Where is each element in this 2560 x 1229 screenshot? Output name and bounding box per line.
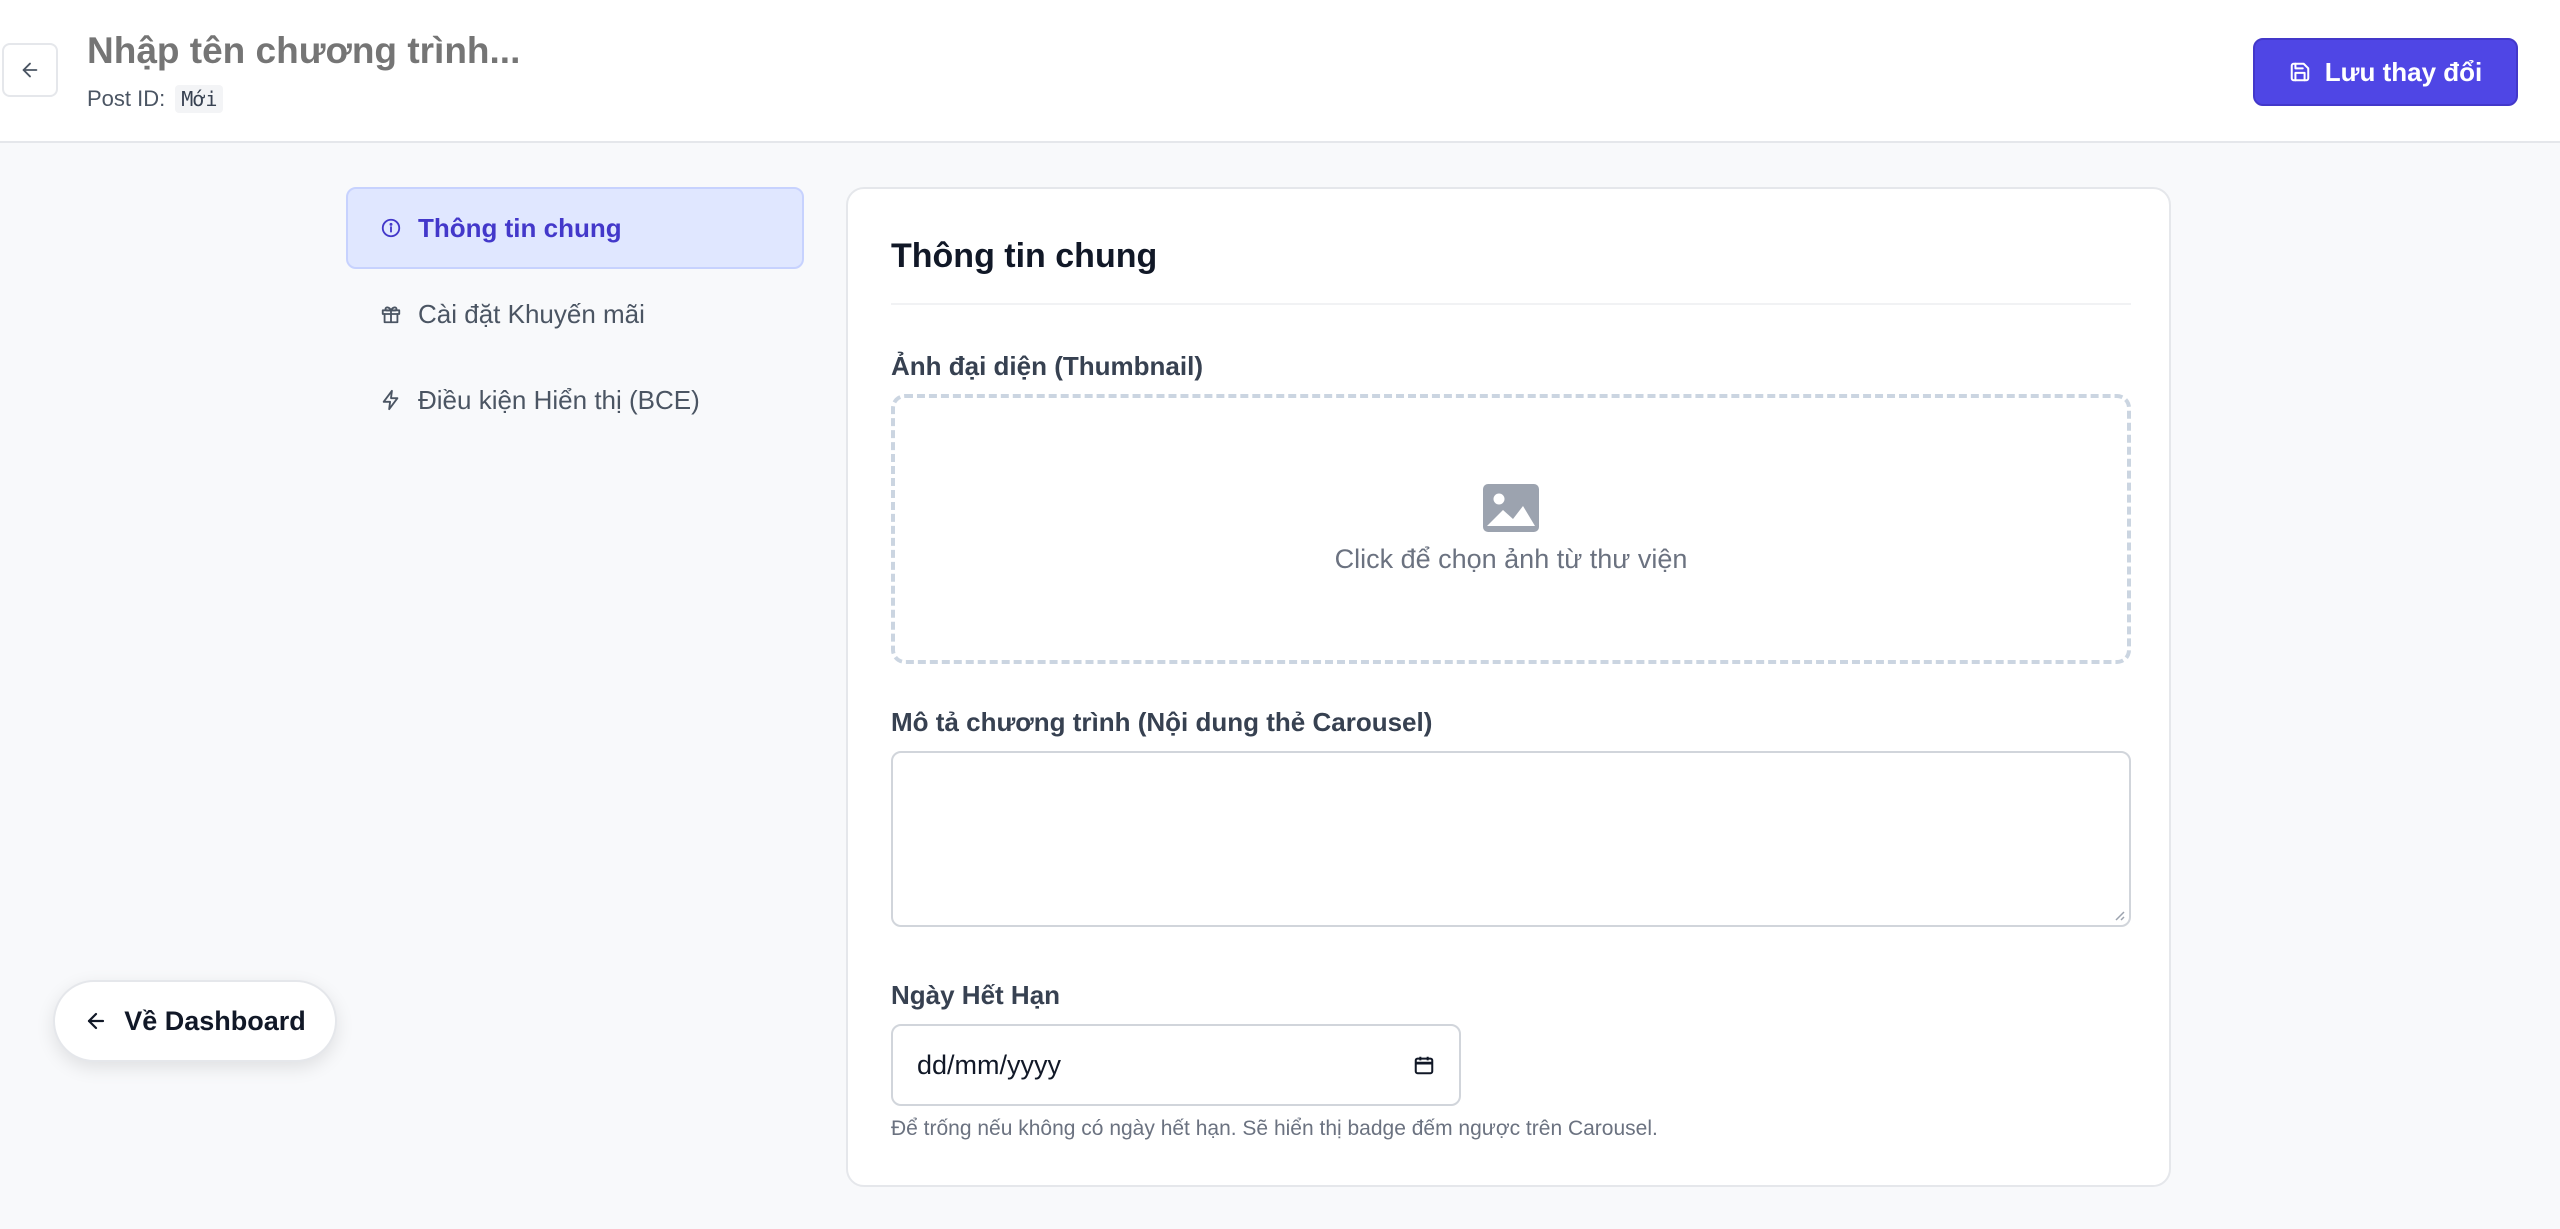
thumbnail-label: Ảnh đại diện (Thumbnail) <box>891 351 1203 381</box>
upload-text: Click để chọn ảnh từ thư viện <box>1334 543 1688 574</box>
nav-item-general-info[interactable]: Thông tin chung <box>346 187 804 269</box>
nav-item-label: Điều kiện Hiển thị (BCE) <box>418 384 700 415</box>
expiry-date-placeholder: dd/mm/yyyy <box>917 1049 1062 1080</box>
gift-icon <box>380 303 402 325</box>
dashboard-button-label: Về Dashboard <box>124 1005 306 1036</box>
resize-handle-icon[interactable] <box>2111 907 2125 921</box>
thumbnail-upload-area[interactable]: Click để chọn ảnh từ thư viện <box>891 394 2131 664</box>
info-circle-icon <box>380 217 402 239</box>
post-id-label: Post ID: <box>87 86 166 111</box>
arrow-left-icon <box>22 62 38 78</box>
card-divider <box>891 303 2131 305</box>
expiry-hint: Để trống nếu không có ngày hết hạn. Sẽ h… <box>891 1117 1658 1140</box>
nav-item-label: Thông tin chung <box>418 212 622 243</box>
lightning-icon <box>380 389 402 411</box>
back-button[interactable] <box>2 43 58 97</box>
calendar-icon[interactable] <box>1413 1054 1435 1076</box>
back-to-dashboard-button[interactable]: Về Dashboard <box>53 980 337 1062</box>
expiry-label: Ngày Hết Hạn <box>891 980 1061 1010</box>
description-label: Mô tả chương trình (Nội dung thẻ Carouse… <box>891 707 1433 737</box>
save-button[interactable]: Lưu thay đổi <box>2253 38 2518 106</box>
arrow-left-icon <box>88 1012 105 1030</box>
post-id-value: Mới <box>175 85 224 113</box>
nav-item-promotion-settings[interactable]: Cài đặt Khuyến mãi <box>346 273 804 355</box>
save-icon <box>2290 62 2310 82</box>
nav-item-label: Cài đặt Khuyến mãi <box>418 298 645 329</box>
description-textarea[interactable] <box>891 751 2131 927</box>
post-id: Post ID: Mới <box>87 85 224 113</box>
general-info-card: Thông tin chung Ảnh đại diện (Thumbnail)… <box>846 187 2171 1187</box>
top-header: Post ID: Mới Lưu thay đổi <box>0 0 2560 143</box>
nav-item-display-conditions[interactable]: Điều kiện Hiển thị (BCE) <box>346 359 804 441</box>
program-title-input[interactable] <box>87 30 787 72</box>
card-title: Thông tin chung <box>891 237 1158 275</box>
section-nav: Thông tin chung Cài đặt Khuyến mãi Điều … <box>346 187 804 445</box>
save-button-label: Lưu thay đổi <box>2324 56 2483 87</box>
image-icon <box>1483 483 1539 532</box>
expiry-date-input[interactable]: dd/mm/yyyy <box>891 1024 1461 1106</box>
